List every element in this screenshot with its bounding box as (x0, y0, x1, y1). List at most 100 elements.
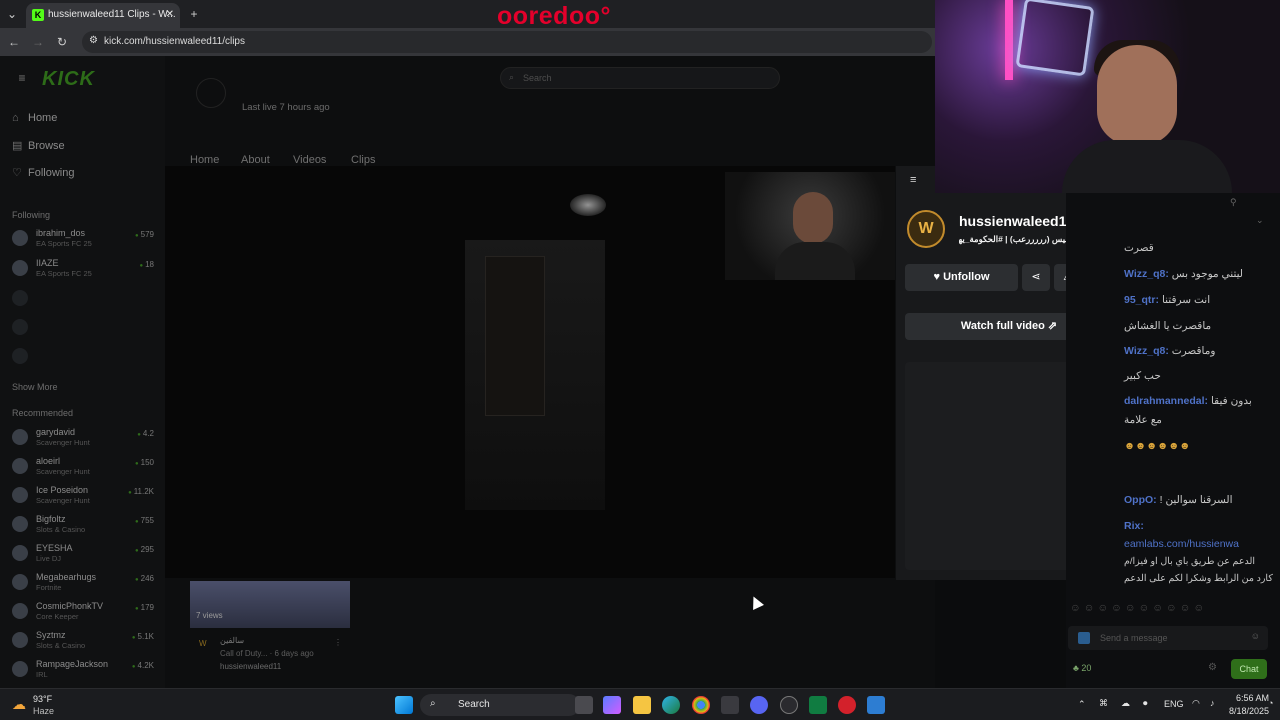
show-more-link[interactable]: Show More (12, 382, 58, 392)
chat-message: Rix: (1124, 520, 1144, 532)
recommended-channel[interactable]: MegabearhugsFortnite246 (12, 570, 162, 596)
kick-logo[interactable]: KICK (42, 68, 95, 91)
more-options-icon[interactable]: ⋮ (334, 638, 342, 647)
network-icon[interactable]: ⌘ (1099, 698, 1108, 709)
tab-clips[interactable]: Clips (351, 154, 375, 166)
file-explorer-icon[interactable] (633, 696, 651, 714)
clip-thumbnail[interactable]: 7 views (190, 581, 350, 628)
emote-row: ☻☻☻☻☻☻ (1124, 440, 1191, 452)
share-button[interactable]: ⋖ (1022, 264, 1050, 291)
recommended-channel[interactable]: BigfoltzSlots & Casino755 (12, 512, 162, 538)
url-text: kick.com/hussienwaleed11/clips (104, 36, 245, 47)
cloud-icon[interactable]: ☁ (1121, 698, 1130, 709)
home-icon: ⌂ (12, 112, 19, 124)
emoji-icon[interactable]: ☺ (1251, 631, 1260, 641)
site-info-icon[interactable]: ⚙ (89, 35, 98, 46)
app-window-icon[interactable] (867, 696, 885, 714)
new-tab-icon[interactable]: + (186, 6, 202, 22)
chat-send-button[interactable]: Chat (1231, 659, 1267, 679)
avatar (12, 545, 28, 561)
external-link-icon: ⇗ (1047, 320, 1058, 332)
sidebar-item-following[interactable]: ♡ Following (12, 166, 74, 179)
tab-about[interactable]: About (241, 154, 270, 166)
following-channel[interactable]: IIAZE EA Sports FC 25 18 (12, 256, 162, 282)
search-icon: ⌕ (430, 698, 436, 709)
chat-message: حب كبير (1124, 370, 1161, 382)
kick-favicon-icon: K (32, 9, 44, 21)
streamer-face (793, 192, 833, 244)
channel-name[interactable]: hussienwaleed11 (959, 213, 1073, 229)
pin-icon[interactable]: ⚲ (1230, 197, 1237, 208)
store-icon[interactable] (721, 696, 739, 714)
app-icon[interactable] (780, 696, 798, 714)
reload-icon[interactable]: ↻ (54, 34, 70, 50)
offline-channel[interactable] (12, 315, 162, 341)
wifi-icon[interactable]: ◠ (1192, 698, 1200, 709)
microphone-icon[interactable]: ⏺ (1143, 698, 1148, 709)
unfollow-button[interactable]: ♥ Unfollow (905, 264, 1018, 291)
chat-input[interactable]: Send a message ☺ (1068, 626, 1268, 650)
channel-points[interactable]: ♣ 20 (1073, 663, 1091, 673)
url-input[interactable]: ⚙ kick.com/hussienwaleed11/clips (82, 31, 932, 53)
avatar (12, 487, 28, 503)
weather-temp[interactable]: 93°F (33, 694, 52, 704)
thumb-channel[interactable]: hussienwaleed11 (220, 662, 281, 671)
capcut-icon[interactable] (838, 696, 856, 714)
chrome-icon[interactable] (692, 696, 710, 714)
channel-avatar[interactable]: W (907, 210, 945, 248)
offline-channel[interactable] (12, 344, 162, 370)
taskbar-search[interactable]: ⌕ Search (420, 694, 580, 716)
offline-channel[interactable] (12, 286, 162, 312)
collapse-menu-icon[interactable]: ≡ (910, 174, 916, 186)
chat-link[interactable]: eamlabs.com/hussienwa (1124, 538, 1239, 550)
task-view-icon[interactable] (575, 696, 593, 714)
recommended-channel[interactable]: CosmicPhonkTVCore Keeper179 (12, 599, 162, 625)
clock-date[interactable]: 8/18/2025 (1229, 706, 1269, 716)
settings-icon[interactable]: ⚙ (1208, 662, 1217, 673)
streamer-shirt (775, 242, 855, 280)
close-tab-icon[interactable]: ✕ (166, 9, 174, 20)
hamburger-icon[interactable]: ≡ (14, 70, 30, 86)
browser-tab-bar: ⌄ K hussienwaleed11 Clips - W... ✕ + oor… (0, 0, 935, 30)
search-input[interactable]: ⌕ Search (500, 67, 780, 89)
discord-icon[interactable] (750, 696, 768, 714)
back-icon[interactable]: ← (6, 34, 22, 50)
chevron-down-icon[interactable]: ⌄ (1256, 215, 1264, 226)
sidebar-item-home[interactable]: ⌂ Home (12, 112, 57, 124)
neon-light (1005, 0, 1013, 80)
following-channel[interactable]: ibrahim_dos EA Sports FC 25 579 (12, 226, 162, 252)
browser-tab[interactable]: K hussienwaleed11 Clips - W... ✕ (26, 3, 180, 28)
recommended-channel[interactable]: Ice PoseidonScavenger Hunt11.2K (12, 483, 162, 509)
copilot-icon[interactable] (603, 696, 621, 714)
sidebar: ≡ KICK ⌂ Home ▤ Browse ♡ Following Followin… (0, 56, 165, 688)
chandelier-light (570, 194, 606, 216)
edge-icon[interactable] (662, 696, 680, 714)
chat-message: OppO: ! السرقنا سوالين (1124, 494, 1233, 506)
chat-message: كارد من الرابط وشكرا لكم على الدعم (1124, 573, 1273, 584)
avatar (12, 632, 28, 648)
sidebar-item-browse[interactable]: ▤ Browse (12, 139, 65, 152)
volume-icon[interactable]: ♪ (1210, 698, 1215, 708)
recommended-channel[interactable]: aloeirlScavenger Hunt150 (12, 454, 162, 480)
clock-time[interactable]: 6:56 AM (1236, 693, 1269, 703)
xbox-icon[interactable] (809, 696, 827, 714)
thumb-title[interactable]: سالفين (220, 636, 244, 645)
language-indicator[interactable]: ENG (1164, 699, 1184, 709)
weather-icon[interactable]: ☁ (12, 696, 26, 713)
chat-message: الدعم عن طريق باي بال او فيزا/م (1124, 556, 1256, 567)
recommended-channel[interactable]: EYESHALive DJ295 (12, 541, 162, 567)
streamer-facecam (725, 172, 895, 280)
tab-home[interactable]: Home (190, 154, 219, 166)
forward-icon[interactable]: → (30, 34, 46, 50)
recommended-channel[interactable]: garydavidScavenger Hunt4.2 (12, 425, 162, 451)
chevron-up-icon[interactable]: ⌃ (1078, 699, 1086, 710)
windows-start-icon[interactable] (395, 696, 413, 714)
recommended-channel[interactable]: SyztmzSlots & Casino5.1K (12, 628, 162, 654)
avatar (12, 458, 28, 474)
chat-message: dalrahmannedal: بدون فيقا (1124, 395, 1252, 407)
tab-list-icon[interactable]: ⌄ (4, 6, 20, 22)
notification-icon[interactable]: ◔ (1268, 698, 1273, 708)
emote-bar[interactable]: ☺☺☺☺☺☺☺☺☺☺ (1070, 602, 1207, 614)
tab-videos[interactable]: Videos (293, 154, 326, 166)
recommended-channel[interactable]: RampageJacksonIRL4.2K (12, 657, 162, 683)
